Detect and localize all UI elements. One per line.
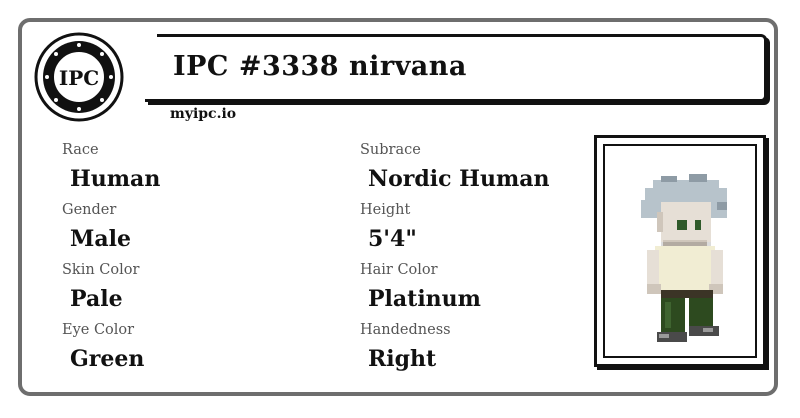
race-label: Race bbox=[62, 142, 99, 158]
site-link[interactable]: myipc.io bbox=[170, 106, 236, 122]
subrace-label: Subrace bbox=[360, 142, 421, 158]
hair-color-value: Platinum bbox=[368, 286, 481, 312]
seal-logo-text: IPC bbox=[59, 66, 99, 90]
character-sprite bbox=[641, 174, 727, 342]
handedness-value: Right bbox=[368, 346, 437, 372]
hair-color-label: Hair Color bbox=[360, 262, 438, 278]
height-value: 5'4" bbox=[368, 226, 417, 252]
handedness-label: Handedness bbox=[360, 322, 451, 338]
title-underline bbox=[158, 100, 767, 103]
gender-label: Gender bbox=[62, 202, 117, 218]
height-label: Height bbox=[360, 202, 411, 218]
portrait-frame bbox=[594, 135, 766, 367]
gender-value: Male bbox=[70, 226, 131, 252]
portrait-inner-frame bbox=[603, 144, 757, 358]
title-banner: IPC #3338 nirvana bbox=[145, 34, 767, 102]
skin-color-label: Skin Color bbox=[62, 262, 140, 278]
eye-color-label: Eye Color bbox=[62, 322, 135, 338]
race-value: Human bbox=[70, 166, 161, 192]
page-title: IPC #3338 nirvana bbox=[173, 51, 467, 82]
eye-color-value: Green bbox=[70, 346, 145, 372]
skin-color-value: Pale bbox=[70, 286, 123, 312]
subrace-value: Nordic Human bbox=[368, 166, 550, 192]
ipc-seal-logo: IPC bbox=[34, 32, 124, 122]
